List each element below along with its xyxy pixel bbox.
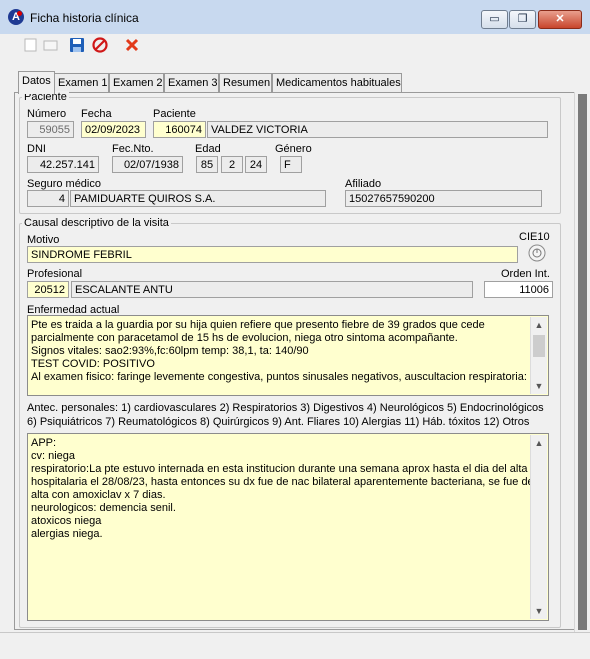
antec-line: alta con amoxiclav x 7 dias. <box>31 489 166 501</box>
antec-legend-line1: Antec. personales: 1) cardiovasculares 2… <box>27 402 544 414</box>
orden-input[interactable]: 11006 <box>484 281 553 298</box>
form-scroll-thumb[interactable] <box>578 94 587 630</box>
seguro-id-field: 4 <box>27 190 69 207</box>
afiliado-label: Afiliado <box>345 178 382 190</box>
tab-resumen[interactable]: Resumen <box>219 73 272 93</box>
fecha-label: Fecha <box>81 108 112 120</box>
app-logo-icon: A <box>8 9 24 25</box>
orden-label: Orden Int. <box>501 268 550 280</box>
new-doc-icon[interactable] <box>22 37 40 55</box>
scroll-up-icon[interactable]: ▲ <box>531 317 547 333</box>
enfermedad-line: Al examen fisico: faringe levemente cong… <box>31 371 527 383</box>
antec-line: atoxicos niega <box>31 515 102 527</box>
profesional-nombre-field: ESCALANTE ANTU <box>71 281 473 298</box>
edad-dias-field: 24 <box>245 156 267 173</box>
antec-line: alergias niega. <box>31 528 103 540</box>
maximize-button[interactable]: ❐ <box>509 10 536 29</box>
tab-datos[interactable]: Datos <box>18 71 55 94</box>
tab-examen-3[interactable]: Examen 3 <box>164 73 219 93</box>
numero-field: 59055 <box>27 121 74 138</box>
minimize-button[interactable]: ▭ <box>481 10 508 29</box>
causal-legend: Causal descriptivo de la visita <box>22 217 171 229</box>
motivo-input[interactable]: SINDROME FEBRIL <box>27 246 518 263</box>
scroll-down-icon[interactable]: ▼ <box>531 378 547 394</box>
save-icon[interactable] <box>68 37 86 55</box>
antec-line: cv: niega <box>31 450 76 462</box>
antecedentes-scrollbar[interactable]: ▲ ▼ <box>530 435 547 619</box>
seguro-label: Seguro médico <box>27 178 101 190</box>
antec-line: APP: <box>31 437 57 449</box>
status-bar <box>0 632 590 659</box>
antec-line: respiratorio:La pte estuvo internada en … <box>31 463 528 475</box>
cie10-label: CIE10 <box>519 231 550 243</box>
genero-field: F <box>280 156 302 173</box>
paciente-id-input[interactable]: 160074 <box>153 121 206 138</box>
form-scrollbar[interactable] <box>574 92 590 632</box>
dni-label: DNI <box>27 143 46 155</box>
scroll-down-icon[interactable]: ▼ <box>531 603 547 619</box>
enfermedad-textarea[interactable]: Pte es traida a la guardia por su hija q… <box>27 315 549 396</box>
enfermedad-line: TEST COVID: POSITIVO <box>31 358 155 370</box>
enfermedad-line: Pte es traida a la guardia por su hija q… <box>31 319 485 331</box>
cie10-search-icon[interactable] <box>527 243 547 263</box>
paciente-nombre-field: VALDEZ VICTORIA <box>207 121 548 138</box>
cancel-icon[interactable] <box>91 37 109 55</box>
numero-label: Número <box>27 108 67 120</box>
dni-field: 42.257.141 <box>27 156 99 173</box>
enfermedad-line: Signos vitales: sao2:93%,fc:60lpm temp: … <box>31 345 309 357</box>
motivo-label: Motivo <box>27 234 60 246</box>
fecnto-field: 02/07/1938 <box>112 156 183 173</box>
antecedentes-textarea[interactable]: APP: cv: niega respiratorio:La pte estuv… <box>27 433 549 621</box>
window-title: Ficha historia clínica <box>30 11 139 25</box>
scroll-thumb[interactable] <box>533 335 545 357</box>
afiliado-field: 15027657590200 <box>345 190 542 207</box>
scroll-up-icon[interactable]: ▲ <box>531 435 547 451</box>
fecnto-label: Fec.Nto. <box>112 143 154 155</box>
edad-label: Edad <box>195 143 221 155</box>
tab-medicamentos-habituales[interactable]: Medicamentos habituales <box>272 73 402 93</box>
enfermedad-scrollbar[interactable]: ▲ ▼ <box>530 317 547 394</box>
edad-anios-field: 85 <box>196 156 218 173</box>
seguro-nombre-field: PAMIDUARTE QUIROS S.A. <box>70 190 326 207</box>
close-button[interactable]: ✕ <box>538 10 582 29</box>
enfermedad-line: parcialmente con paracetamol de 15 hs de… <box>31 332 458 344</box>
delete-icon[interactable] <box>123 37 141 55</box>
antec-line: hospitalaria el 28/08/23, hasta entonces… <box>31 476 534 488</box>
paciente-label: Paciente <box>153 108 196 120</box>
antec-line: neurologicos: demencia senil. <box>31 502 176 514</box>
toolbar <box>0 34 590 58</box>
open-doc-icon[interactable] <box>42 37 60 55</box>
genero-label: Género <box>275 143 312 155</box>
tab-examen-2[interactable]: Examen 2 <box>109 73 164 93</box>
profesional-label: Profesional <box>27 268 83 280</box>
tab-examen-1[interactable]: Examen 1 <box>54 73 109 93</box>
profesional-id-input[interactable]: 20512 <box>27 281 69 298</box>
antec-legend-line2: 6) Psiquiátricos 7) Reumatológicos 8) Qu… <box>27 416 530 428</box>
edad-meses-field: 2 <box>221 156 243 173</box>
fecha-input[interactable]: 02/09/2023 <box>81 121 146 138</box>
